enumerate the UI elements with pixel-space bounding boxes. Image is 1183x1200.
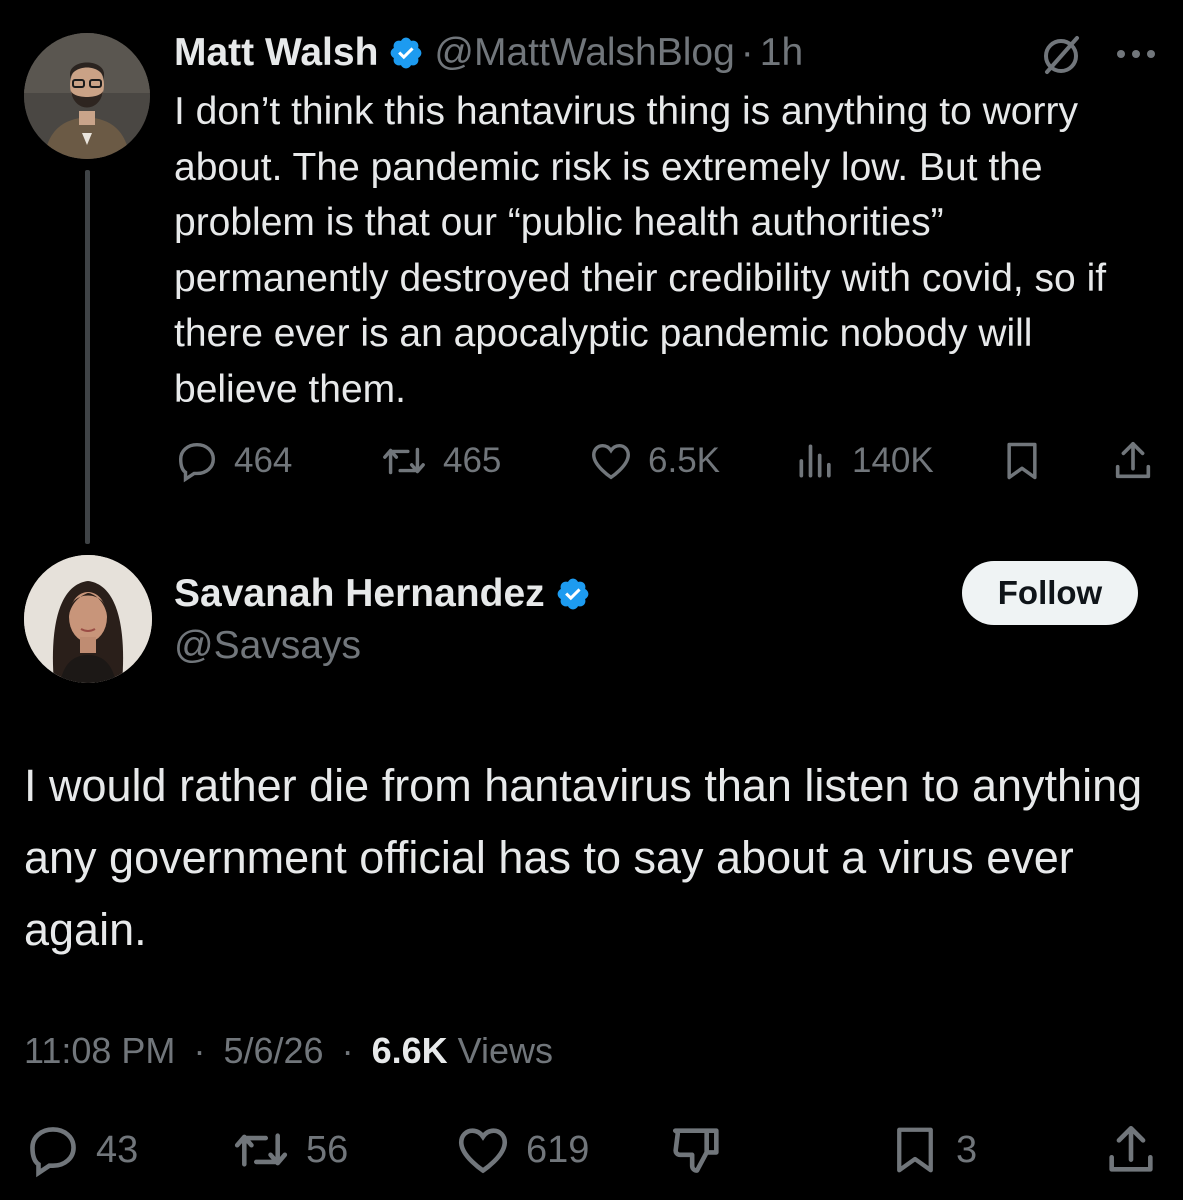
reply-reply-action[interactable]: 43 — [24, 1120, 138, 1180]
bookmark-icon — [1007, 442, 1037, 480]
reply-repost-action[interactable]: 56 — [230, 1120, 348, 1180]
share-icon — [1115, 441, 1151, 479]
reply-avatar[interactable] — [24, 555, 152, 683]
like-icon — [458, 1128, 508, 1174]
reply-views-label: Views — [457, 1030, 554, 1071]
avatar-photo-woman — [24, 555, 152, 683]
parent-tweet-text: I don’t think this hantavirus thing is a… — [174, 90, 1107, 411]
reply-tweet-text: I would rather die from hantavirus than … — [24, 760, 1143, 955]
reply-like-action[interactable]: 619 — [454, 1120, 589, 1180]
reply-action-bar: 43 56 619 3 — [24, 1120, 1164, 1180]
parent-bookmark-action[interactable] — [1000, 436, 1044, 486]
reply-views-count: 6.6K — [371, 1030, 448, 1071]
parent-header-icons — [1037, 30, 1157, 78]
reply-date[interactable]: 5/6/26 — [223, 1030, 323, 1071]
verified-badge-icon[interactable] — [388, 35, 424, 71]
parent-reply-action[interactable]: 464 — [174, 436, 292, 486]
separator-dot: · — [740, 31, 754, 74]
reply-meta-row: 11:08 PM · 5/6/26 · 6.6K Views — [24, 1030, 553, 1072]
parent-avatar[interactable] — [24, 33, 150, 159]
share-icon — [1109, 1125, 1153, 1172]
separator-dot: · — [193, 1030, 206, 1071]
reply-repost-count: 56 — [306, 1128, 349, 1171]
parent-like-action[interactable]: 6.5K — [588, 436, 720, 486]
parent-like-count: 6.5K — [648, 441, 720, 480]
views-icon — [799, 444, 831, 478]
follow-button[interactable]: Follow — [962, 561, 1138, 625]
parent-repost-count: 465 — [443, 441, 502, 480]
parent-share-action[interactable] — [1110, 436, 1156, 486]
repost-icon — [383, 447, 425, 475]
reply-like-count: 619 — [526, 1128, 590, 1171]
reply-handle[interactable]: @Savsays — [174, 624, 361, 668]
parent-display-name[interactable]: Matt Walsh — [174, 31, 378, 75]
reply-display-name[interactable]: Savanah Hernandez — [174, 572, 545, 616]
thread-connector-line — [85, 170, 90, 544]
like-icon — [592, 443, 630, 480]
reply-bookmark-action[interactable]: 3 — [888, 1120, 977, 1180]
parent-views-action[interactable]: 140K — [794, 436, 934, 486]
parent-timestamp[interactable]: 1h — [760, 31, 803, 75]
reply-reply-count: 43 — [96, 1128, 139, 1171]
downvote-icon — [672, 1128, 719, 1173]
reply-name-row: Savanah Hernandez — [174, 568, 601, 620]
separator-dot: · — [341, 1030, 354, 1071]
avatar-photo-man — [24, 33, 150, 159]
parent-view-count: 140K — [852, 441, 934, 480]
more-icon[interactable] — [1115, 46, 1157, 62]
parent-repost-action[interactable]: 465 — [379, 436, 501, 486]
parent-reply-count: 464 — [234, 441, 293, 480]
reply-bookmark-count: 3 — [956, 1128, 978, 1171]
reply-downvote-action[interactable] — [668, 1120, 726, 1180]
muted-circle-slash-icon[interactable] — [1037, 30, 1085, 78]
parent-action-bar: 464 465 6.5K 140K — [174, 436, 1159, 486]
parent-handle[interactable]: @MattWalshBlog — [434, 31, 734, 75]
parent-tweet-header: Matt Walsh @MattWalshBlog · 1h — [174, 26, 803, 80]
reply-icon — [30, 1127, 76, 1178]
reply-share-action[interactable] — [1102, 1120, 1160, 1180]
repost-icon — [234, 1133, 288, 1167]
reply-time[interactable]: 11:08 PM — [24, 1030, 175, 1071]
bookmark-icon — [897, 1127, 933, 1173]
verified-badge-icon[interactable] — [555, 576, 591, 612]
reply-icon — [178, 442, 216, 483]
